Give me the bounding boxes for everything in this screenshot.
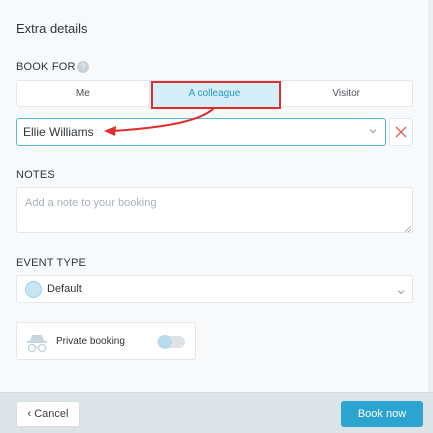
option-visitor[interactable]: Visitor [280,81,412,106]
page-title: Extra details [16,21,88,36]
clear-button[interactable] [389,118,413,146]
book-for-label: BOOK FOR [16,61,76,73]
cancel-label: Cancel [34,408,69,420]
scrollbar[interactable] [428,0,433,392]
private-booking-card: Private booking [16,322,196,360]
private-booking-toggle[interactable] [157,335,185,349]
book-now-button[interactable]: Book now [341,401,423,427]
chevron-down-icon [396,284,406,302]
extra-details-panel: Extra details BOOK FOR ? Me A colleague … [0,0,433,392]
event-type-select[interactable]: Default [16,275,413,303]
notes-textarea[interactable] [16,187,413,233]
toggle-knob [158,335,172,349]
event-type-value: Default [47,283,82,295]
event-type-label: EVENT TYPE [16,257,87,269]
option-me[interactable]: Me [17,81,149,106]
chevron-down-icon[interactable] [368,126,378,136]
book-for-selector: Me A colleague Visitor [16,80,413,107]
option-a-colleague[interactable]: A colleague [148,81,281,106]
notes-label: NOTES [16,169,55,181]
footer-bar: ‹ Cancel Book now [0,392,433,433]
help-icon[interactable]: ? [77,61,89,73]
incognito-icon [27,335,47,353]
close-icon [395,126,407,138]
resize-grip-icon[interactable] [405,226,411,232]
colleague-row [16,118,413,146]
cancel-button[interactable]: ‹ Cancel [16,401,80,427]
colleague-input[interactable] [16,118,386,146]
chevron-left-icon: ‹ [27,408,32,420]
event-color-dot [25,281,42,298]
private-booking-label: Private booking [56,336,125,347]
